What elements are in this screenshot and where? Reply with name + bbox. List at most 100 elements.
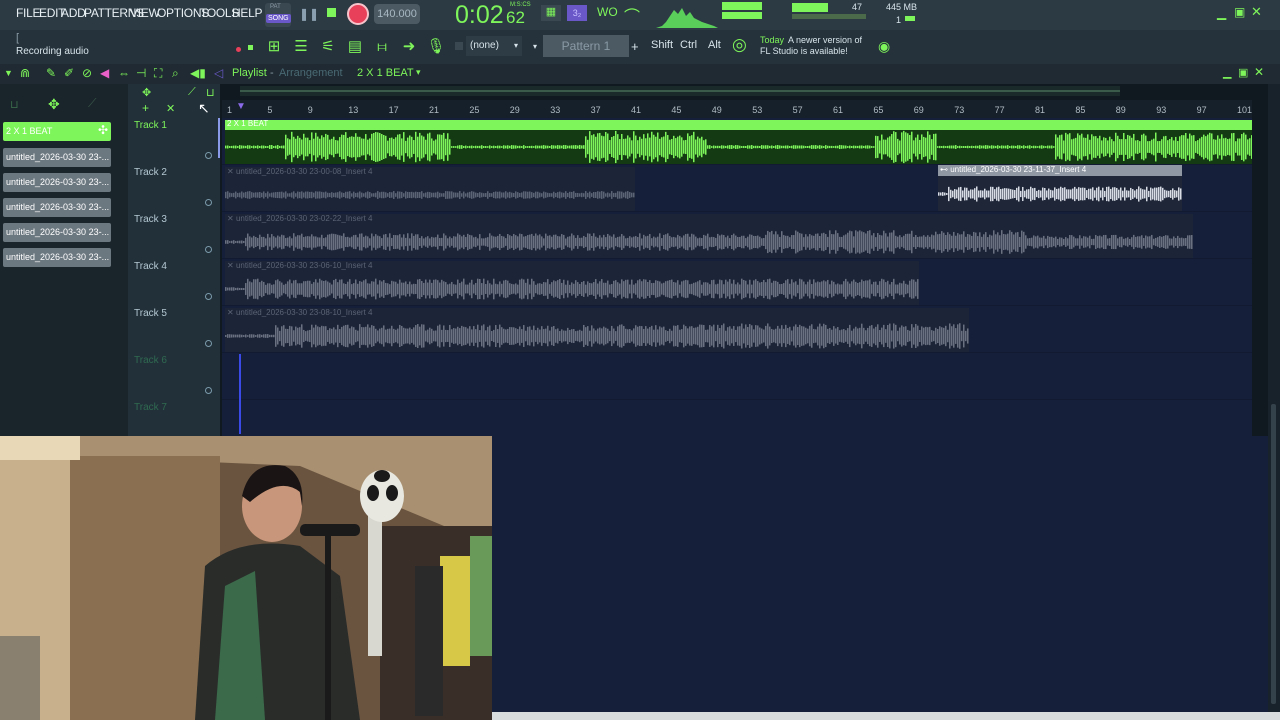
snap-select[interactable]: (none) ▾ <box>466 36 522 56</box>
playlist-empty-area[interactable] <box>492 436 1268 712</box>
remove-icon[interactable]: ✕ <box>166 102 175 115</box>
pattern-item[interactable]: untitled_2026-03-30 23-... <box>3 198 111 217</box>
stop-icon[interactable] <box>327 8 336 17</box>
waveform-bar <box>871 284 873 294</box>
track-label[interactable]: Track 1 <box>134 120 167 131</box>
track-label[interactable]: Track 5 <box>134 308 167 319</box>
delete-icon[interactable]: ⊘ <box>82 66 92 80</box>
metronome-icon[interactable]: ▦ <box>541 5 561 21</box>
add-pattern-icon[interactable]: + <box>631 39 639 54</box>
playlist-icon[interactable]: ⊞ <box>263 36 285 58</box>
browser-icon[interactable]: ▤ <box>344 36 366 58</box>
waveform-bar <box>927 131 929 163</box>
alt-key[interactable]: Alt <box>708 39 721 51</box>
track-mute-icon[interactable] <box>205 293 212 300</box>
shift-key[interactable]: Shift <box>651 39 673 51</box>
playback-icon[interactable]: ◀▮ <box>190 66 206 80</box>
waveform-bar <box>1125 139 1127 155</box>
close-icon[interactable]: ✕ <box>1251 4 1262 20</box>
playlist-menu-icon[interactable]: ▼ <box>4 68 13 78</box>
step-record-icon[interactable]: 3₂ <box>567 5 587 21</box>
select-icon[interactable]: ⛶ <box>154 66 162 81</box>
pattern-selector[interactable]: Pattern 1 <box>543 35 629 57</box>
pattern-item[interactable]: untitled_2026-03-30 23-... <box>3 148 111 167</box>
audio-clip[interactable]: ✕ untitled_2026-03-30 23-00-08_Insert 4 <box>225 167 635 211</box>
menu-add[interactable]: ADD <box>61 6 86 20</box>
pattern-arrow-icon[interactable]: ▾ <box>533 42 537 51</box>
track-mute-icon[interactable] <box>205 340 212 347</box>
pattern-item[interactable]: untitled_2026-03-30 23-... <box>3 173 111 192</box>
track-label[interactable]: Track 4 <box>134 261 167 272</box>
waveform-bar <box>927 235 929 249</box>
track-label[interactable]: Track 3 <box>134 214 167 225</box>
slice-icon[interactable]: ⊣ <box>136 66 146 80</box>
track-label[interactable]: Track 2 <box>134 167 167 178</box>
scrollbar-thumb[interactable] <box>240 90 1120 92</box>
mute-icon[interactable]: ◀ <box>100 66 109 80</box>
speaker-icon[interactable]: ◁ <box>214 66 223 80</box>
playhead[interactable] <box>218 118 220 158</box>
grid-icon[interactable]: ⊔ <box>206 86 215 99</box>
audio-clip-selected[interactable]: ⊷ untitled_2026-03-30 23-11-37_Insert 4 <box>938 165 1182 211</box>
news-icon[interactable]: ◎ <box>732 35 747 55</box>
mixer-icon[interactable]: ⧦ <box>371 36 393 58</box>
waveform-bar <box>421 324 423 348</box>
track-mute-icon[interactable] <box>205 199 212 206</box>
lane-track-6[interactable] <box>222 353 1252 400</box>
pause-icon[interactable]: ❚❚ <box>299 7 319 21</box>
waveform-bar <box>747 284 749 294</box>
tempo-display[interactable]: 140.000 <box>374 4 420 24</box>
countdown-icon[interactable]: ⌒ <box>624 3 640 27</box>
microphone-icon[interactable]: 🎙 <box>425 36 447 58</box>
playlist-minimize-icon[interactable]: ▁ <box>1223 66 1231 79</box>
globe-icon[interactable]: ◉ <box>878 38 890 55</box>
track-label[interactable]: Track 7 <box>134 402 167 413</box>
wait-icon[interactable]: WO <box>597 5 618 19</box>
waveform-bar <box>489 193 491 197</box>
zoom-icon[interactable]: ⌕ <box>172 66 179 81</box>
audio-clip[interactable]: ✕ untitled_2026-03-30 23-02-22_Insert 4 <box>225 214 1193 258</box>
playlist-lanes[interactable]: 2 X 1 BEAT ✕ untitled_2026-03-30 23-00-0… <box>218 118 1252 447</box>
record-icon[interactable] <box>347 3 369 25</box>
piano-roll-icon[interactable]: ☰ <box>290 36 312 58</box>
audio-clip[interactable]: ✕ untitled_2026-03-30 23-06-10_Insert 4 <box>225 261 919 305</box>
picker-icon-b[interactable]: ✥ <box>48 96 60 113</box>
pattern-arrows-icon[interactable]: ✣ <box>98 123 108 137</box>
track-mute-icon[interactable] <box>205 387 212 394</box>
scrollbar-thumb[interactable] <box>1271 404 1276 704</box>
timeline-ruler[interactable]: 1 5 9 13 17 21 25 29 33 37 41 45 49 53 57 61 65 69 73 77 81 8… <box>222 100 1252 118</box>
horizontal-scrollbar[interactable] <box>240 86 1120 96</box>
menu-file[interactable]: FILE <box>16 6 40 20</box>
picker-icon-a[interactable]: ⊔ <box>10 98 19 111</box>
pattern-item[interactable]: untitled_2026-03-30 23-... <box>3 248 111 267</box>
magnet-icon[interactable]: ⋒ <box>20 66 30 80</box>
ctrl-key[interactable]: Ctrl <box>680 39 697 51</box>
paint-icon[interactable]: ✐ <box>64 66 74 80</box>
playhead-marker-icon[interactable]: ▼ <box>236 101 246 112</box>
playlist-close-icon[interactable]: ✕ <box>1254 65 1264 79</box>
track-mute-icon[interactable] <box>205 246 212 253</box>
beat-clip[interactable]: 2 X 1 BEAT <box>225 119 1252 164</box>
arrows-icon[interactable]: ✥ <box>142 86 151 99</box>
track-mute-icon[interactable] <box>205 152 212 159</box>
menu-help[interactable]: HELP <box>232 6 262 20</box>
minimize-icon[interactable]: ▁ <box>1217 6 1226 20</box>
channel-rack-icon[interactable]: ⚟ <box>317 36 339 58</box>
picker-icon-c[interactable]: ⟋ <box>88 96 96 111</box>
draw-icon[interactable]: ⟋ <box>188 86 196 99</box>
track-label[interactable]: Track 6 <box>134 355 167 366</box>
pat-song-toggle[interactable]: PAT SONG <box>265 3 291 27</box>
pattern-item[interactable]: untitled_2026-03-30 23-... <box>3 223 111 242</box>
vertical-scrollbar[interactable] <box>1268 84 1280 714</box>
slip-icon[interactable]: ⇔ <box>118 66 130 80</box>
pattern-item[interactable]: 2 X 1 BEAT <box>3 122 111 141</box>
plugin-picker-icon[interactable]: ➜ <box>398 36 420 58</box>
playlist-pattern-chevron-icon[interactable]: ▾ <box>416 67 421 78</box>
playlist-pattern[interactable]: 2 X 1 BEAT <box>357 67 414 79</box>
menu-view[interactable]: VIEW <box>130 6 160 20</box>
audio-clip[interactable]: ✕ untitled_2026-03-30 23-08-10_Insert 4 <box>225 308 969 352</box>
playlist-maximize-icon[interactable]: ▣ <box>1238 66 1248 79</box>
add-track-icon[interactable]: + <box>142 101 149 115</box>
pencil-icon[interactable]: ✎ <box>46 66 56 80</box>
maximize-icon[interactable]: ▣ <box>1234 5 1245 19</box>
